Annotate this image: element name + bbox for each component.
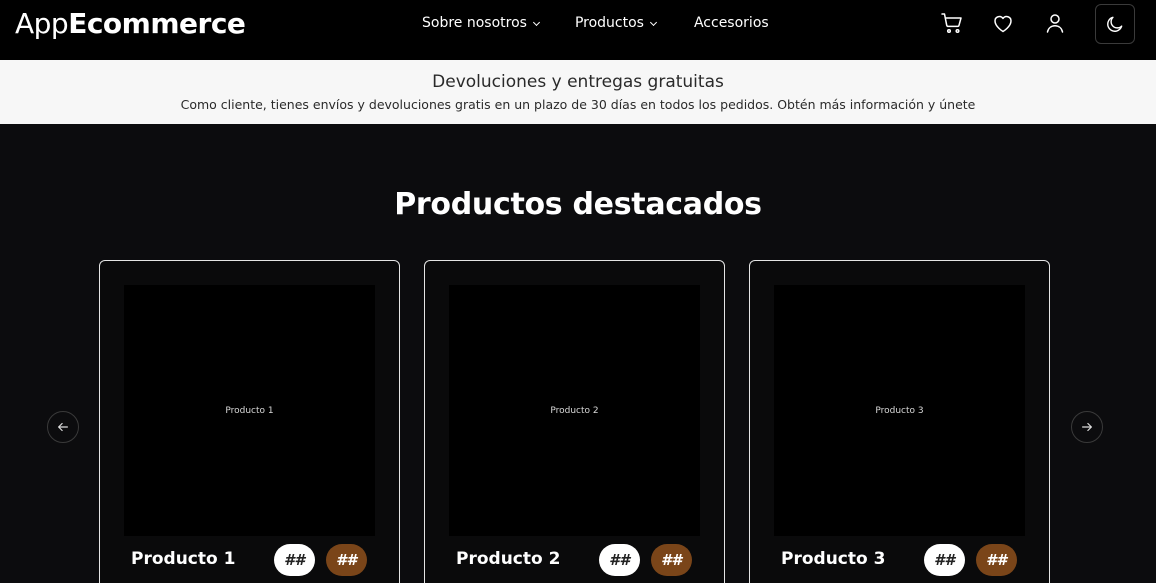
logo-text-bold: Ecommerce <box>68 7 246 40</box>
promo-text: Como cliente, tienes envíos y devolucion… <box>180 97 976 112</box>
promo-banner: Devoluciones y entregas gratuitas Como c… <box>0 60 1156 124</box>
product-image[interactable]: Producto 3 <box>774 285 1025 536</box>
product-image[interactable]: Producto 2 <box>449 285 700 536</box>
product-name: Producto 2 <box>456 549 561 569</box>
site-logo[interactable]: AppEcommerce <box>15 6 246 42</box>
arrow-right-icon <box>1082 422 1092 432</box>
nav-item-label: Sobre nosotros <box>422 15 527 31</box>
cart-icon[interactable] <box>940 11 964 35</box>
nav-item-accesorios[interactable]: Accesorios <box>694 15 769 31</box>
logo-text-light: App <box>15 7 69 40</box>
product-image[interactable]: Producto 1 <box>124 285 375 536</box>
nav-item-productos[interactable]: Productos <box>574 15 658 31</box>
carousel-next-button[interactable] <box>1071 411 1103 443</box>
product-card[interactable]: Producto 3 Producto 3 ## ## <box>749 260 1050 583</box>
nav-item-label: Accesorios <box>693 15 769 31</box>
product-card[interactable]: Producto 1 Producto 1 ## ## <box>99 260 400 583</box>
arrow-left-icon <box>58 422 68 432</box>
section-title: Productos destacados <box>394 187 762 222</box>
user-icon[interactable] <box>1043 11 1067 35</box>
nav-item-sobre-nosotros[interactable]: Sobre nosotros <box>422 15 540 31</box>
product-badge-light[interactable]: ## <box>924 544 965 576</box>
product-badge-light[interactable]: ## <box>274 544 315 576</box>
product-badge-brown[interactable]: ## <box>976 544 1017 576</box>
moon-icon <box>1107 16 1123 32</box>
product-image-label: Producto 2 <box>550 405 599 416</box>
heart-icon[interactable] <box>991 11 1015 35</box>
main-nav: Sobre nosotros Productos Accesorios <box>422 0 769 46</box>
product-name: Producto 3 <box>781 549 886 569</box>
product-badge-brown[interactable]: ## <box>326 544 367 576</box>
chevron-down-icon <box>649 18 658 26</box>
product-card[interactable]: Producto 2 Producto 2 ## ## <box>424 260 725 583</box>
chevron-down-icon <box>532 18 540 26</box>
carousel-prev-button[interactable] <box>47 411 79 443</box>
product-badge-brown[interactable]: ## <box>651 544 692 576</box>
product-badge-light[interactable]: ## <box>599 544 640 576</box>
nav-item-label: Productos <box>574 15 644 31</box>
theme-toggle-button[interactable] <box>1095 4 1135 44</box>
site-header: AppEcommerce Sobre nosotros Productos Ac… <box>0 0 1156 60</box>
product-image-label: Producto 1 <box>225 405 274 416</box>
product-image-label: Producto 3 <box>875 405 924 416</box>
promo-title: Devoluciones y entregas gratuitas <box>432 72 724 92</box>
product-name: Producto 1 <box>131 549 236 569</box>
